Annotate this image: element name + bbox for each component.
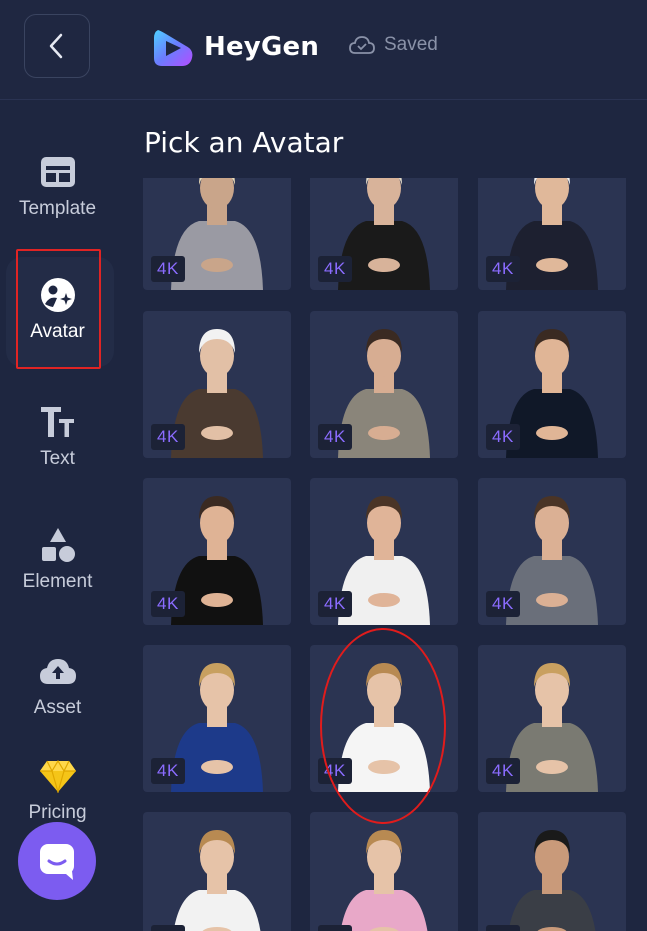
- text-icon: [40, 407, 74, 437]
- avatar-card[interactable]: 4K: [478, 311, 626, 458]
- resolution-badge: 4K: [486, 424, 520, 450]
- avatar-grid: 4K 4K 4K 4K 4K 4K 4K 4K 4K 4K 4K 4K 4K 4K 4K: [143, 178, 633, 931]
- resolution-badge: 4K: [151, 424, 185, 450]
- avatar-card[interactable]: 4K: [143, 178, 291, 290]
- sidebar-item-label: Template: [18, 198, 97, 219]
- avatar-thumbnail: [508, 830, 596, 931]
- avatar-card[interactable]: 4K: [478, 178, 626, 290]
- chat-icon: [40, 844, 74, 880]
- avatar-card[interactable]: 4K: [143, 645, 291, 792]
- avatar-card[interactable]: 4K: [310, 812, 458, 931]
- brand-logo: HeyGen: [150, 24, 319, 70]
- resolution-badge: 4K: [486, 591, 520, 617]
- resolution-badge: 4K: [318, 591, 352, 617]
- resolution-badge: 4K: [318, 925, 352, 931]
- heygen-logo-icon: [154, 30, 193, 66]
- resolution-badge: 4K: [318, 758, 352, 784]
- avatar-card[interactable]: 4K: [310, 645, 458, 792]
- resolution-badge: 4K: [318, 256, 352, 282]
- sidebar-item-pricing[interactable]: Pricing: [0, 756, 115, 824]
- cloud-check-icon: [349, 36, 375, 54]
- avatar-thumbnail: [340, 830, 428, 931]
- brand-name: HeyGen: [204, 32, 320, 62]
- sidebar: Template Avatar Text Element Asset Prici…: [0, 100, 128, 931]
- back-button[interactable]: [24, 14, 90, 78]
- avatar-card[interactable]: 4K: [143, 311, 291, 458]
- annotation-highlight-box: [16, 249, 101, 369]
- sidebar-item-element[interactable]: Element: [0, 525, 115, 593]
- avatar-card[interactable]: 4K: [310, 311, 458, 458]
- avatar-card[interactable]: 4K: [143, 812, 291, 931]
- resolution-badge: 4K: [486, 925, 520, 931]
- sidebar-item-asset[interactable]: Asset: [0, 651, 115, 719]
- resolution-badge: 4K: [318, 424, 352, 450]
- saved-label: Saved: [384, 34, 438, 55]
- resolution-badge: 4K: [151, 758, 185, 784]
- save-status: Saved: [348, 34, 438, 56]
- template-icon: [40, 157, 75, 187]
- sidebar-item-template[interactable]: Template: [0, 152, 115, 220]
- sidebar-item-text[interactable]: Text: [0, 402, 115, 470]
- avatar-card[interactable]: 4K: [478, 645, 626, 792]
- resolution-badge: 4K: [151, 925, 185, 931]
- avatar-card[interactable]: 4K: [310, 178, 458, 290]
- cloud-upload-icon: [39, 659, 76, 684]
- avatar-card[interactable]: 4K: [143, 478, 291, 625]
- resolution-badge: 4K: [151, 591, 185, 617]
- sidebar-item-label: Pricing: [28, 802, 87, 823]
- avatar-card[interactable]: 4K: [478, 478, 626, 625]
- avatar-card[interactable]: 4K: [478, 812, 626, 931]
- chevron-left-icon: [49, 33, 63, 59]
- chat-support-button[interactable]: [18, 822, 96, 900]
- element-icon: [41, 528, 75, 562]
- diamond-icon: [39, 759, 76, 793]
- sidebar-item-label: Asset: [33, 697, 82, 718]
- sidebar-item-label: Element: [22, 571, 93, 592]
- resolution-badge: 4K: [151, 256, 185, 282]
- page-title: Pick an Avatar: [144, 126, 344, 159]
- resolution-badge: 4K: [486, 256, 520, 282]
- resolution-badge: 4K: [486, 758, 520, 784]
- avatar-card[interactable]: 4K: [310, 478, 458, 625]
- avatar-thumbnail: [173, 830, 261, 931]
- sidebar-item-label: Text: [40, 448, 75, 469]
- top-bar: HeyGen Saved: [0, 0, 647, 100]
